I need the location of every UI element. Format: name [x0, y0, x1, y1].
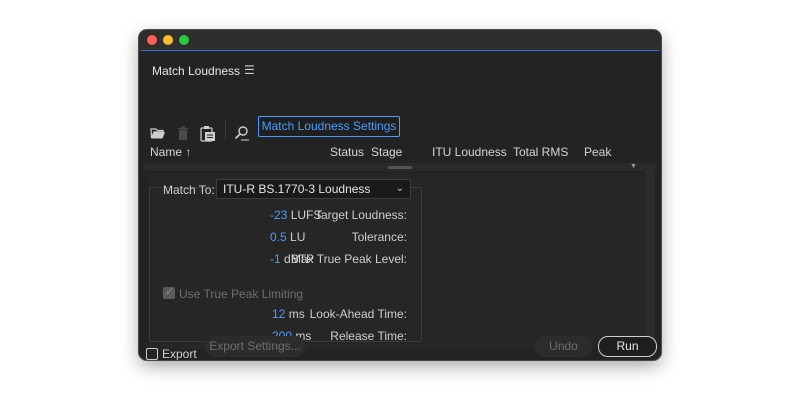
clipboard-icon[interactable] [200, 125, 216, 142]
match-loudness-window: Match Loudness ☰ Match Loudness Settings [139, 30, 661, 360]
match-loudness-settings-button[interactable]: Match Loudness Settings [258, 116, 400, 137]
title-bar [139, 30, 661, 50]
export-settings-button[interactable]: Export Settings... [205, 336, 305, 357]
vertical-scrollbar[interactable] [645, 171, 655, 349]
sort-ascending-icon: ↑ [185, 145, 192, 159]
scrollbar-thumb[interactable] [388, 166, 412, 169]
column-header-peak[interactable]: Peak [584, 145, 611, 159]
folder-open-icon[interactable] [150, 127, 166, 140]
max-true-peak-field[interactable]: -1 dBTP [270, 252, 314, 266]
target-loudness-label: Target Loudness: [314, 208, 407, 222]
panel-title: Match Loudness [152, 64, 241, 78]
use-true-peak-limiting-label: Use True Peak Limiting [179, 287, 304, 301]
export-checkbox[interactable] [146, 348, 158, 360]
undo-button[interactable]: Undo [535, 336, 592, 357]
minimize-window-button[interactable] [163, 35, 173, 45]
target-loudness-field[interactable]: -23 LUFS [270, 208, 321, 222]
toolbar-divider [225, 121, 226, 139]
match-to-label: Match To: [163, 183, 215, 197]
match-to-select[interactable]: ITU-R BS.1770-3 Loudness ⌄ [216, 179, 411, 199]
tolerance-field[interactable]: 0.5 LU [270, 230, 305, 244]
export-label: Export [162, 347, 197, 360]
look-ahead-time-field[interactable]: 12 ms [272, 307, 305, 321]
inspect-magnifier-icon[interactable] [234, 125, 250, 141]
chevron-down-icon[interactable]: ▼ [630, 163, 637, 170]
trash-icon [178, 126, 188, 140]
column-header-name[interactable]: Name ↑ [150, 145, 191, 159]
column-header-status[interactable]: Status [330, 145, 364, 159]
column-header-itu-loudness[interactable]: ITU Loudness [432, 145, 507, 159]
release-time-label: Release Time: [330, 329, 407, 343]
close-window-button[interactable] [147, 35, 157, 45]
column-header-total-rms[interactable]: Total RMS [513, 145, 568, 159]
run-button[interactable]: Run [598, 336, 657, 357]
look-ahead-time-label: Look-Ahead Time: [309, 307, 407, 321]
hamburger-icon[interactable]: ☰ [244, 63, 255, 77]
column-header-stage[interactable]: Stage [371, 145, 402, 159]
use-true-peak-limiting-checkbox[interactable] [163, 285, 175, 299]
table-header: Name ↑ Status Stage ITU Loudness Total R… [143, 143, 657, 161]
horizontal-scrollbar[interactable] [143, 163, 657, 171]
zoom-window-button[interactable] [179, 35, 189, 45]
panel-area: Match Loudness ☰ Match Loudness Settings [141, 50, 659, 360]
chevron-down-icon: ⌄ [395, 183, 404, 194]
match-to-value: ITU-R BS.1770-3 Loudness [223, 182, 371, 196]
tolerance-label: Tolerance: [351, 230, 407, 244]
